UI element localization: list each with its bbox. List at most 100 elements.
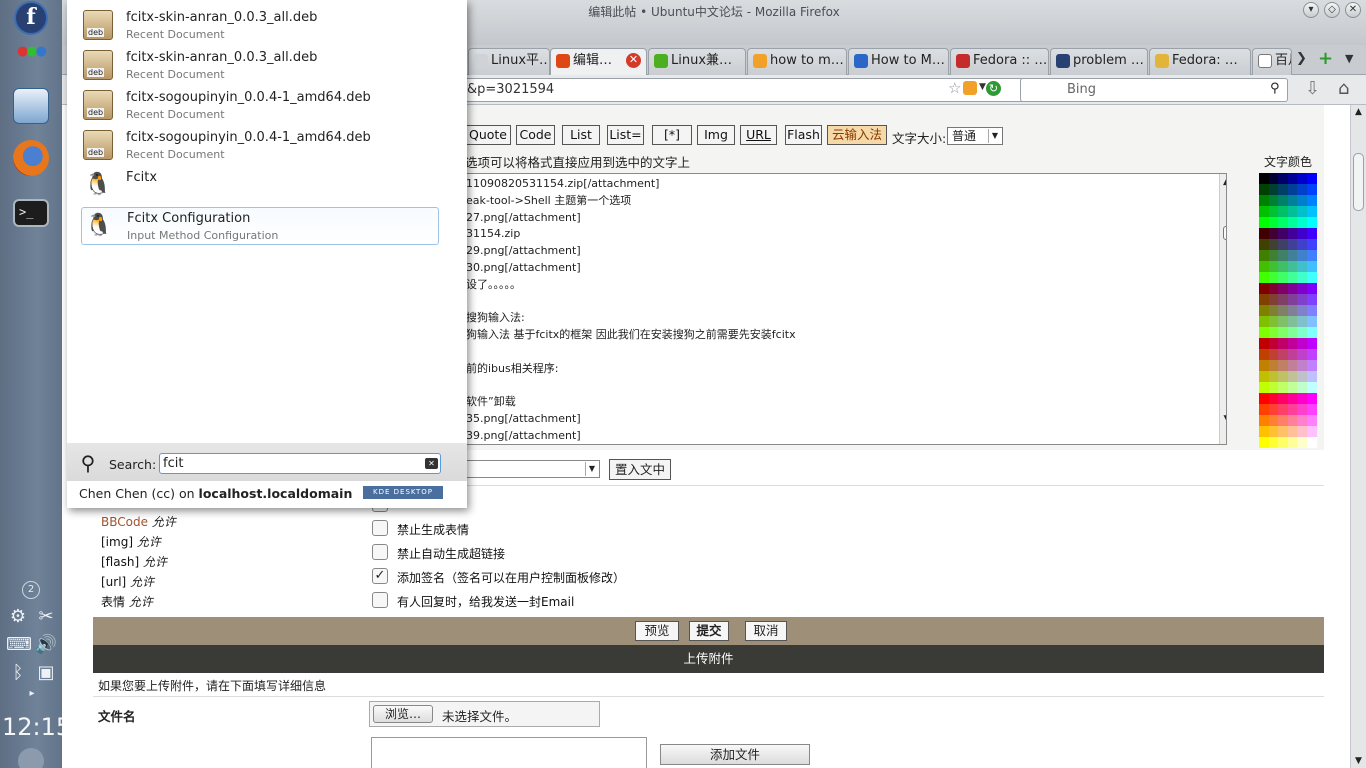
color-swatch[interactable] xyxy=(1278,382,1288,393)
color-swatch[interactable] xyxy=(1278,371,1288,382)
color-swatch[interactable] xyxy=(1287,404,1298,415)
color-swatch[interactable] xyxy=(1307,239,1317,250)
color-swatch[interactable] xyxy=(1287,206,1298,217)
format-button[interactable]: Code xyxy=(516,125,555,145)
color-select[interactable]: ▼ xyxy=(457,460,600,478)
plasma-cashew-icon[interactable] xyxy=(18,748,44,768)
color-swatch[interactable] xyxy=(1268,250,1279,261)
tab-1[interactable]: Linux平… xyxy=(468,48,550,75)
color-swatch[interactable] xyxy=(1268,239,1279,250)
color-swatch[interactable] xyxy=(1287,272,1298,283)
color-swatch[interactable] xyxy=(1268,382,1279,393)
option-checkbox[interactable] xyxy=(372,544,388,560)
color-swatch[interactable] xyxy=(1307,283,1317,294)
format-button[interactable]: [*] xyxy=(652,125,692,145)
option-checkbox[interactable] xyxy=(372,520,388,536)
color-swatch[interactable] xyxy=(1287,250,1298,261)
color-swatch[interactable] xyxy=(1259,371,1269,382)
color-swatch[interactable] xyxy=(1278,250,1288,261)
format-button[interactable]: Quote xyxy=(465,125,511,145)
color-swatch[interactable] xyxy=(1278,327,1288,338)
color-swatch[interactable] xyxy=(1297,404,1307,415)
color-swatch[interactable] xyxy=(1259,173,1269,184)
color-swatch[interactable] xyxy=(1307,327,1317,338)
color-swatch[interactable] xyxy=(1268,228,1279,239)
color-swatch[interactable] xyxy=(1278,338,1288,349)
color-swatch[interactable] xyxy=(1278,173,1288,184)
color-swatch[interactable] xyxy=(1287,415,1298,426)
color-swatch[interactable] xyxy=(1278,272,1288,283)
color-swatch[interactable] xyxy=(1307,415,1317,426)
color-swatch[interactable] xyxy=(1268,261,1279,272)
firefox-icon[interactable] xyxy=(13,140,49,176)
color-swatch[interactable] xyxy=(1287,261,1298,272)
color-swatch[interactable] xyxy=(1287,360,1298,371)
color-swatch[interactable] xyxy=(1307,338,1317,349)
color-swatch[interactable] xyxy=(1278,228,1288,239)
color-swatch[interactable] xyxy=(1297,426,1307,437)
clock[interactable]: 12:15 xyxy=(2,713,71,741)
close-window-button[interactable]: ✕ xyxy=(1345,2,1361,18)
color-swatch[interactable] xyxy=(1287,294,1298,305)
browse-button[interactable]: 浏览… xyxy=(373,705,433,723)
color-swatch[interactable] xyxy=(1297,239,1307,250)
krunner-result[interactable]: deb fcitx-sogoupinyin_0.0.4-1_amd64.deb Re… xyxy=(81,127,439,165)
home-icon[interactable]: ⌂ xyxy=(1338,78,1349,99)
page-scroll-thumb[interactable] xyxy=(1353,153,1364,211)
color-swatch[interactable] xyxy=(1287,228,1298,239)
color-swatch[interactable] xyxy=(1259,239,1269,250)
color-swatch[interactable] xyxy=(1287,327,1298,338)
color-swatch[interactable] xyxy=(1259,393,1269,404)
color-swatch[interactable] xyxy=(1268,283,1279,294)
cancel-button[interactable]: 取消 xyxy=(745,621,787,641)
file-input[interactable]: 浏览… 未选择文件。 xyxy=(369,701,600,727)
color-swatch[interactable] xyxy=(1268,195,1279,206)
color-swatch[interactable] xyxy=(1287,338,1298,349)
color-swatch[interactable] xyxy=(1307,382,1317,393)
scroll-down-icon[interactable]: ▼ xyxy=(1220,411,1226,428)
color-swatch[interactable] xyxy=(1278,415,1288,426)
search-engine-binocular-icon[interactable]: ⚲ xyxy=(1270,81,1280,96)
color-swatch[interactable] xyxy=(1268,393,1279,404)
search-bar[interactable]: Bing xyxy=(1020,78,1288,102)
color-swatch[interactable] xyxy=(1287,184,1298,195)
color-swatch[interactable] xyxy=(1287,349,1298,360)
krunner-result[interactable]: 🐧 Fcitx Configuration Input Method Configu… xyxy=(81,207,439,245)
krunner-result[interactable]: deb fcitx-skin-anran_0.0.3_all.deb Recent … xyxy=(81,7,439,45)
keyboard-icon[interactable]: ⌨ xyxy=(6,634,32,655)
color-swatch[interactable] xyxy=(1307,195,1317,206)
color-swatch[interactable] xyxy=(1307,371,1317,382)
engine-dropdown-icon[interactable]: ▼ xyxy=(979,82,986,92)
tab-4[interactable]: how to m… xyxy=(747,48,847,75)
format-button[interactable]: 云输入法 xyxy=(827,125,887,145)
color-swatch[interactable] xyxy=(1268,305,1279,316)
fedora-menu-icon[interactable]: f xyxy=(14,1,48,35)
color-swatch[interactable] xyxy=(1297,261,1307,272)
color-swatch[interactable] xyxy=(1287,316,1298,327)
color-swatch[interactable] xyxy=(1278,261,1288,272)
color-swatch[interactable] xyxy=(1268,272,1279,283)
tab-6[interactable]: Fedora :: … xyxy=(950,48,1049,75)
color-palette[interactable] xyxy=(1259,173,1317,449)
color-swatch[interactable] xyxy=(1268,184,1279,195)
color-swatch[interactable] xyxy=(1259,360,1269,371)
color-swatch[interactable] xyxy=(1259,184,1269,195)
font-size-select[interactable]: 普通 ▼ xyxy=(947,127,1003,145)
format-button[interactable]: List xyxy=(562,125,600,145)
color-swatch[interactable] xyxy=(1278,206,1288,217)
submit-button[interactable]: 提交 xyxy=(689,621,729,641)
color-swatch[interactable] xyxy=(1268,415,1279,426)
color-swatch[interactable] xyxy=(1307,184,1317,195)
color-swatch[interactable] xyxy=(1259,195,1269,206)
tab-scroll-right-icon[interactable]: ❯ xyxy=(1296,51,1307,66)
color-swatch[interactable] xyxy=(1278,316,1288,327)
color-swatch[interactable] xyxy=(1268,294,1279,305)
color-swatch[interactable] xyxy=(1297,173,1307,184)
color-swatch[interactable] xyxy=(1287,195,1298,206)
color-swatch[interactable] xyxy=(1297,283,1307,294)
bluetooth-icon[interactable]: ᛒ xyxy=(6,662,30,683)
tab-5[interactable]: How to M… xyxy=(848,48,949,75)
message-textarea[interactable]: 11090820531154.zip[/attachment] eak-tool-… xyxy=(463,173,1227,445)
color-swatch[interactable] xyxy=(1268,437,1279,448)
format-button[interactable]: List= xyxy=(607,125,644,145)
